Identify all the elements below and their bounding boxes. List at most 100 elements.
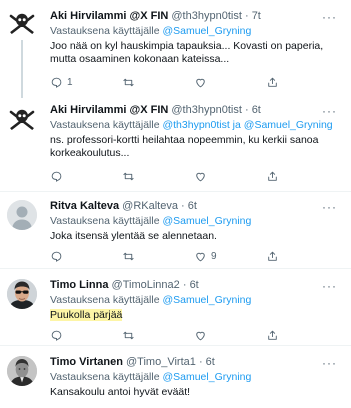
tweet[interactable]: Aki Hirvilammi @X FIN @th3hypn0tist · 6t…	[0, 96, 351, 192]
user-handle[interactable]: @Timo_Virta1	[126, 356, 196, 368]
mention-link[interactable]: @Samuel_Gryning	[162, 25, 251, 37]
action-bar: 9	[50, 248, 341, 264]
more-options-icon[interactable]: ···	[322, 10, 337, 24]
highlighted-text: Puukolla pärjää	[50, 309, 123, 321]
tweet[interactable]: Ritva Kalteva @RKalteva · 6t ··· Vastauk…	[0, 192, 351, 269]
retweet-button[interactable]	[122, 74, 139, 90]
like-button[interactable]	[194, 74, 211, 90]
share-button[interactable]	[266, 168, 279, 184]
reply-prefix: Vastauksena käyttäjälle	[50, 294, 160, 306]
pirate-flag-icon	[7, 8, 37, 38]
display-name[interactable]: Timo Linna	[50, 279, 108, 291]
reply-button[interactable]	[50, 168, 67, 184]
mention-link[interactable]: @Samuel_Gryning	[162, 294, 251, 306]
more-options-icon[interactable]: ···	[322, 356, 337, 370]
retweet-icon	[123, 252, 134, 260]
share-button[interactable]	[266, 327, 279, 343]
tweet-text: Puukolla pärjää	[50, 309, 345, 322]
tweet-header: Aki Hirvilammi @X FIN @th3hypn0tist · 6t	[50, 104, 345, 117]
reply-count: 1	[67, 76, 73, 88]
retweet-button[interactable]	[122, 327, 139, 343]
reply-context: Vastauksena käyttäjälle @Samuel_Gryning	[50, 294, 345, 307]
sunglasses-man-photo	[7, 279, 37, 309]
reply-icon	[51, 77, 62, 88]
timestamp[interactable]: 6t	[188, 200, 197, 212]
mention-link[interactable]: @Samuel_Gryning	[244, 119, 333, 131]
thread-line	[21, 40, 23, 98]
reply-context: Vastauksena käyttäjälle @Samuel_Gryning	[50, 25, 345, 38]
avatar[interactable]	[7, 279, 37, 309]
display-name[interactable]: Aki Hirvilammi @X FIN	[50, 104, 168, 116]
mention-link[interactable]: @Samuel_Gryning	[162, 215, 251, 227]
user-handle[interactable]: @TimoLinna2	[112, 279, 180, 291]
reply-button[interactable]	[50, 327, 67, 343]
tweet-header: Timo Virtanen @Timo_Virta1 · 6t	[50, 356, 345, 369]
tweet[interactable]: Aki Hirvilammi @X FIN @th3hypn0tist · 7t…	[0, 0, 351, 98]
default-profile-icon	[7, 200, 37, 230]
user-handle[interactable]: @RKalteva	[122, 200, 178, 212]
retweet-icon	[123, 331, 134, 339]
tweet-header: Aki Hirvilammi @X FIN @th3hypn0tist · 7t	[50, 10, 345, 23]
more-options-icon[interactable]: ···	[322, 200, 337, 214]
tweet-header: Ritva Kalteva @RKalteva · 6t	[50, 200, 345, 213]
timestamp[interactable]: 6t	[190, 279, 199, 291]
reply-context: Vastauksena käyttäjälle @Samuel_Gryning	[50, 215, 345, 228]
reply-prefix: Vastauksena käyttäjälle	[50, 119, 160, 131]
bw-portrait-photo	[7, 356, 37, 386]
timestamp[interactable]: 6t	[252, 104, 261, 116]
retweet-button[interactable]	[122, 248, 139, 264]
user-handle[interactable]: @th3hypn0tist	[171, 10, 242, 22]
heart-icon	[196, 331, 205, 340]
reply-context: Vastauksena käyttäjälle @Samuel_Gryning	[50, 371, 345, 384]
timestamp[interactable]: 6t	[206, 356, 215, 368]
timestamp[interactable]: 7t	[252, 10, 261, 22]
reply-context: Vastauksena käyttäjälle @th3hypn0tist ja…	[50, 119, 345, 132]
share-icon	[268, 77, 277, 87]
separator-dot: ·	[181, 200, 185, 212]
action-bar	[50, 168, 341, 184]
action-bar	[50, 327, 341, 343]
share-icon	[268, 171, 277, 181]
separator-dot: ·	[244, 10, 249, 22]
share-button[interactable]	[266, 248, 279, 264]
like-button[interactable]	[194, 168, 211, 184]
display-name[interactable]: Timo Virtanen	[50, 356, 123, 368]
tweet-text: Kansakoulu antoi hyvät eväät!	[50, 386, 191, 398]
separator-dot: ·	[198, 356, 203, 368]
share-icon	[268, 251, 277, 261]
display-name[interactable]: Aki Hirvilammi @X FIN	[50, 10, 168, 22]
avatar[interactable]	[7, 104, 37, 134]
reply-button[interactable]: 1	[50, 74, 73, 90]
retweet-button[interactable]	[122, 168, 139, 184]
heart-icon	[196, 252, 205, 261]
tweet-text: ns. professori-kortti heilahtaa nopeemmi…	[50, 134, 319, 159]
avatar[interactable]	[7, 356, 37, 386]
heart-icon	[196, 78, 205, 87]
action-bar: 1	[50, 74, 341, 90]
avatar[interactable]	[7, 8, 37, 38]
reply-icon	[51, 171, 62, 182]
heart-icon	[196, 172, 205, 181]
like-count: 9	[211, 250, 217, 262]
reply-button[interactable]	[50, 248, 67, 264]
like-button[interactable]: 9	[194, 248, 217, 264]
more-options-icon[interactable]: ···	[322, 104, 337, 118]
tweet[interactable]: Timo Linna @TimoLinna2 · 6t ··· Vastauks…	[0, 269, 351, 346]
reply-icon	[51, 330, 62, 341]
share-icon	[268, 330, 277, 340]
share-button[interactable]	[266, 74, 279, 90]
separator-dot: ·	[182, 279, 187, 291]
tweet[interactable]: Timo Virtanen @Timo_Virta1 · 6t ··· Vast…	[0, 346, 351, 408]
reply-icon	[51, 251, 62, 262]
mention-link[interactable]: @th3hypn0tist	[162, 119, 229, 131]
like-button[interactable]	[194, 327, 211, 343]
user-handle[interactable]: @th3hypn0tist	[171, 104, 242, 116]
reply-feed: Aki Hirvilammi @X FIN @th3hypn0tist · 7t…	[0, 0, 351, 408]
reply-prefix: Vastauksena käyttäjälle	[50, 25, 160, 37]
avatar[interactable]	[7, 200, 37, 230]
tweet-text: Joka itsensä ylentää se alennetaan.	[50, 230, 217, 242]
retweet-icon	[123, 172, 134, 180]
more-options-icon[interactable]: ···	[322, 279, 337, 293]
mention-link[interactable]: @Samuel_Gryning	[162, 371, 251, 383]
display-name[interactable]: Ritva Kalteva	[50, 200, 119, 212]
